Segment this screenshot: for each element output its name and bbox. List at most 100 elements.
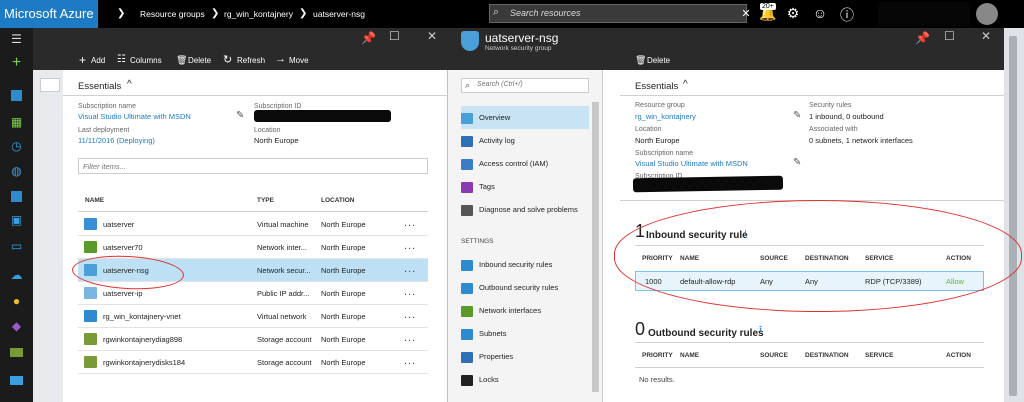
clock-icon[interactable]: ◷ [9, 140, 24, 153]
close-icon[interactable]: ✕ [981, 29, 991, 43]
move-arrow-icon[interactable]: → [275, 53, 286, 65]
more-options-icon[interactable]: ... [404, 240, 416, 252]
columns-button[interactable]: Columns [130, 56, 162, 65]
location-label: Location [635, 126, 662, 133]
more-options-icon[interactable]: ... [404, 309, 416, 321]
menu-item-access-control-iam[interactable]: Access control (IAM) [461, 152, 589, 175]
add-button[interactable]: Add [91, 56, 105, 65]
upload-icon[interactable]: ⭱ [759, 322, 762, 338]
col-header-name[interactable]: NAME [85, 197, 104, 204]
close-icon[interactable]: ✕ [427, 29, 437, 43]
pencil-edit-icon[interactable]: ✎ [793, 157, 801, 168]
col-header-source[interactable]: SOURCE [760, 352, 788, 359]
col-header-priority[interactable]: PRIORITY [642, 352, 673, 359]
sql-icon[interactable] [11, 191, 22, 202]
globe-icon[interactable]: ◍ [9, 165, 24, 178]
col-header-location[interactable]: LOCATION [321, 197, 354, 204]
shield-icon[interactable]: ◆ [9, 320, 24, 333]
pencil-edit-icon[interactable]: ✎ [236, 110, 244, 121]
maximize-icon[interactable]: ☐ [944, 29, 955, 43]
menu-item-inbound-security-rules[interactable]: Inbound security rules [461, 253, 589, 276]
more-options-icon[interactable]: ... [404, 355, 416, 367]
help-icon[interactable]: ⓘ [838, 5, 856, 25]
nic-icon [84, 241, 97, 253]
cube-icon[interactable] [11, 90, 22, 101]
page-scrollbar-thumb[interactable] [1009, 36, 1017, 396]
divider [78, 211, 428, 212]
breadcrumb-rg[interactable]: rg_win_kontajnery [224, 0, 293, 28]
delete-button[interactable]: Delete [188, 56, 211, 65]
smiley-feedback-icon[interactable]: ☺ [811, 5, 829, 21]
avatar[interactable] [976, 3, 998, 25]
resource-name-link[interactable]: uatserver-ip [103, 289, 143, 298]
card-icon[interactable] [10, 376, 23, 385]
move-button[interactable]: Move [289, 56, 309, 65]
chevron-up-icon[interactable]: ^ [683, 79, 688, 90]
breadcrumb-nsg[interactable]: uatserver-nsg [313, 0, 365, 28]
subscription-name-link[interactable]: Visual Studio Ultimate with MSDN [635, 159, 748, 168]
outbound-title[interactable]: Outbound security rules [648, 328, 764, 339]
more-options-icon[interactable]: ... [404, 263, 416, 275]
hamburger-icon[interactable]: ☰ [9, 33, 24, 46]
trash-icon[interactable]: 🗑 [176, 55, 187, 66]
col-header-name[interactable]: NAME [680, 352, 699, 359]
last-deployment-label: Last deployment [78, 127, 130, 134]
new-plus-icon[interactable]: + [9, 55, 24, 71]
more-options-icon[interactable]: ... [404, 332, 416, 344]
more-options-icon[interactable]: ... [404, 286, 416, 298]
cloud-icon[interactable]: ☁ [9, 269, 24, 282]
menu-item-subnets[interactable]: Subnets [461, 322, 589, 345]
maximize-icon[interactable]: ☐ [389, 29, 400, 43]
dashboard-grid-icon[interactable]: ▦ [9, 116, 24, 129]
menu-item-overview[interactable]: Overview [461, 106, 589, 129]
menu-item-properties[interactable]: Properties [461, 345, 589, 368]
resource-group-link[interactable]: rg_win_kontajnery [635, 112, 696, 121]
col-header-action[interactable]: ACTION [946, 352, 971, 359]
resource-name-link[interactable]: rgwinkontajnerydiag898 [103, 335, 182, 344]
chevron-up-icon[interactable]: ^ [127, 79, 132, 90]
bulb-icon[interactable]: ● [9, 295, 24, 308]
resource-name-link[interactable]: uatserver70 [103, 243, 143, 252]
breadcrumb-chevron-icon: ❯ [299, 8, 308, 19]
col-header-destination[interactable]: DESTINATION [805, 352, 849, 359]
menu-item-diagnose-and-solve-problems[interactable]: Diagnose and solve problems [461, 198, 589, 221]
refresh-button[interactable]: Refresh [237, 56, 265, 65]
trash-icon[interactable]: 🗑 [635, 55, 646, 66]
user-info-redacted[interactable] [878, 2, 970, 26]
monitor-icon[interactable]: ▣ [9, 214, 24, 227]
pencil-edit-icon[interactable]: ✎ [793, 110, 801, 121]
brand-logo[interactable]: Microsoft Azure [0, 0, 98, 28]
more-options-icon[interactable]: ... [404, 217, 416, 229]
columns-icon[interactable]: ☷ [117, 54, 126, 65]
menu-item-outbound-security-rules[interactable]: Outbound security rules [461, 276, 589, 299]
delete-nsg-button[interactable]: Delete [647, 56, 670, 65]
resource-name-link[interactable]: rg_win_kontajnery-vnet [103, 312, 181, 321]
resource-type: Storage account [257, 335, 312, 344]
filter-items-input[interactable] [78, 158, 428, 174]
col-header-service[interactable]: SERVICE [865, 352, 893, 359]
add-plus-icon[interactable]: + [79, 53, 86, 67]
breadcrumb-resource-groups[interactable]: Resource groups [140, 0, 205, 28]
resource-name-link[interactable]: uatserver [103, 220, 134, 229]
menu-item-tags[interactable]: Tags [461, 175, 589, 198]
storage-icon[interactable] [10, 348, 23, 357]
pin-icon[interactable]: 📌 [915, 31, 930, 45]
last-deployment-link[interactable]: 11/11/2016 (Deploying) [78, 136, 155, 145]
menu-item-label: Inbound security rules [479, 260, 553, 269]
menu-item-activity-log[interactable]: Activity log [461, 129, 589, 152]
gear-icon[interactable]: ⚙ [784, 5, 802, 22]
col-header-type[interactable]: TYPE [257, 197, 274, 204]
refresh-icon[interactable]: ↻ [223, 53, 232, 66]
subscription-name-link[interactable]: Visual Studio Ultimate with MSDN [78, 112, 191, 121]
menu-item-locks[interactable]: Locks [461, 368, 589, 391]
vm-icon[interactable]: ▭ [9, 240, 24, 253]
breadcrumb-chevron-icon: ❯ [117, 8, 126, 19]
essentials-title[interactable]: Essentials [635, 81, 678, 92]
collapsed-search-box[interactable] [40, 78, 60, 92]
menu-scrollbar[interactable] [592, 102, 599, 392]
menu-item-network-interfaces[interactable]: Network interfaces [461, 299, 589, 322]
search-clear-icon[interactable]: ✕ [737, 7, 755, 20]
resource-name-link[interactable]: rgwinkontajnerydisks184 [103, 358, 185, 367]
essentials-title[interactable]: Essentials [78, 81, 121, 92]
pin-icon[interactable]: 📌 [361, 31, 376, 45]
